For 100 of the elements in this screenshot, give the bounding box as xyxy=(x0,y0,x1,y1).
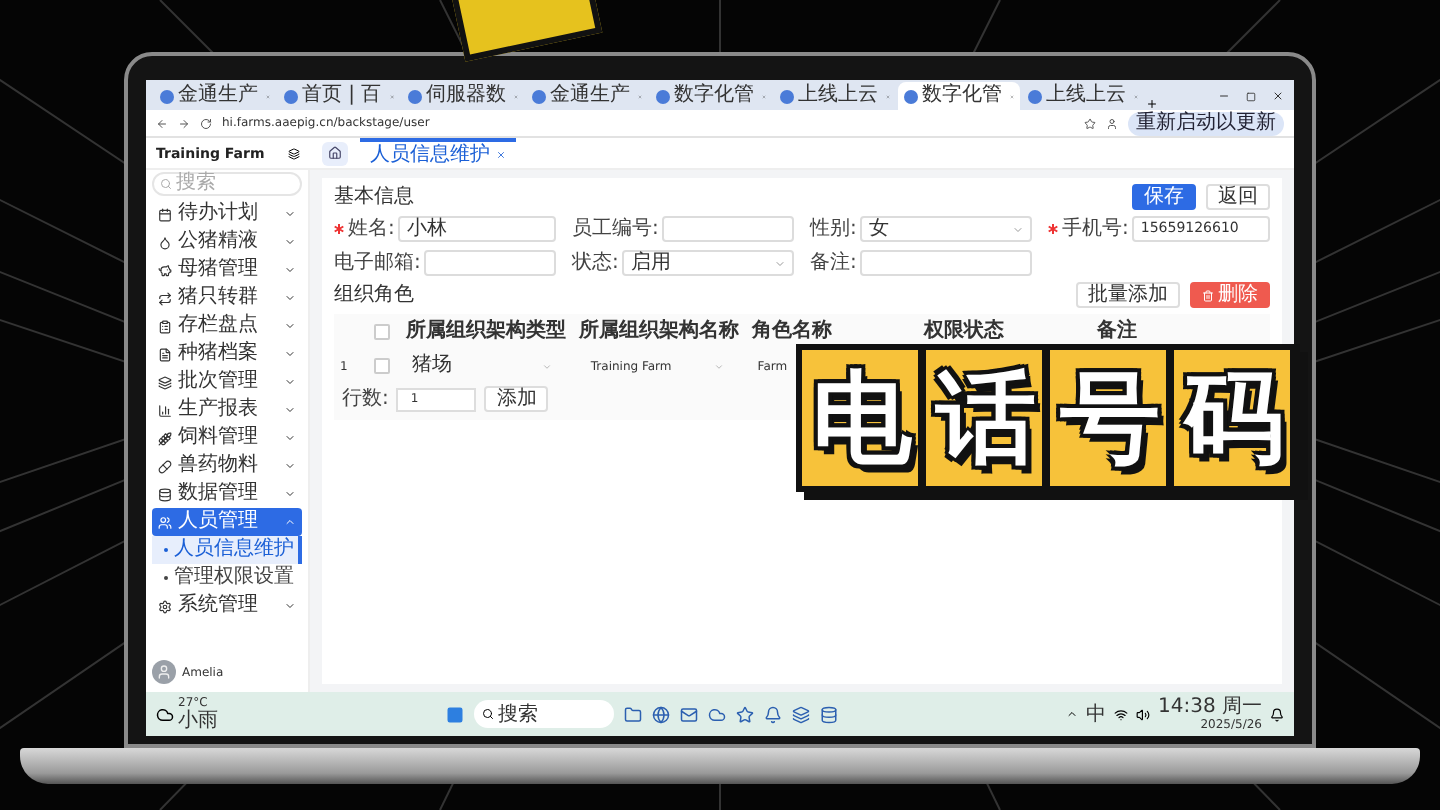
column-header: 所属组织架构类型 xyxy=(406,322,568,342)
browser-tab[interactable]: 上线上云 xyxy=(1022,82,1144,110)
chevron-icon[interactable] xyxy=(1066,708,1078,720)
trash-icon xyxy=(1202,289,1214,301)
chevron-icon xyxy=(284,488,296,500)
chevron-icon xyxy=(284,348,296,360)
sidebar-subitem[interactable]: 人员信息维护 xyxy=(152,536,302,564)
sidebar-item[interactable]: 批次管理 xyxy=(152,368,302,396)
app-icon[interactable] xyxy=(736,705,754,723)
browser-tab[interactable]: 上线上云 xyxy=(774,82,896,110)
browser-tab[interactable]: 金通生产 xyxy=(154,82,276,110)
volume-icon[interactable] xyxy=(1136,707,1150,721)
favicon-icon xyxy=(780,89,794,103)
update-button[interactable]: 重新启动以更新 xyxy=(1128,111,1284,135)
sidebar-item[interactable]: 系统管理 xyxy=(152,592,302,620)
favicon-icon xyxy=(284,89,298,103)
favicon-icon xyxy=(904,89,918,103)
select-field[interactable]: 女 xyxy=(860,216,1032,242)
favicon-icon xyxy=(1028,89,1042,103)
wifi-icon[interactable] xyxy=(1114,707,1128,721)
reload-icon[interactable] xyxy=(200,117,212,129)
minimize-icon[interactable] xyxy=(1218,90,1230,102)
home-button[interactable] xyxy=(322,141,348,165)
field-label: 备注: xyxy=(810,253,857,273)
app-icon[interactable] xyxy=(708,705,726,723)
input-field[interactable] xyxy=(662,216,794,242)
forward-icon[interactable] xyxy=(178,117,190,129)
browser-tab[interactable]: 伺服器数 xyxy=(402,82,524,110)
column-header: 所属组织架构名称 xyxy=(578,322,741,342)
sidebar-item[interactable]: 公猪精液 xyxy=(152,228,302,256)
chevron-icon xyxy=(284,376,296,388)
sidebar-item[interactable]: 存栏盘点 xyxy=(152,312,302,340)
back-icon[interactable] xyxy=(156,117,168,129)
save-button[interactable]: 保存 xyxy=(1132,184,1196,210)
search-field[interactable]: 搜索 xyxy=(474,700,614,728)
ime-indicator[interactable]: 中 xyxy=(1086,703,1106,725)
app-icon[interactable] xyxy=(820,705,838,723)
menu-item-icon xyxy=(158,375,172,389)
menu-item-icon xyxy=(158,515,172,529)
sidebar-subitem[interactable]: 管理权限设置 xyxy=(152,564,302,592)
menu-item-icon xyxy=(158,403,172,417)
app-icon[interactable] xyxy=(792,705,810,723)
menu-item-icon xyxy=(158,599,172,613)
sidebar-item[interactable]: 待办计划 xyxy=(152,200,302,228)
chevron-icon xyxy=(542,361,552,371)
sidebar-item[interactable]: 饲料管理 xyxy=(152,424,302,452)
browser-tab[interactable]: 数字化管 xyxy=(898,82,1020,110)
field-label: 手机号: xyxy=(1062,219,1129,239)
search-icon xyxy=(482,708,494,720)
sidebar-item[interactable]: 猪只转群 xyxy=(152,284,302,312)
input-field[interactable] xyxy=(424,250,556,276)
select-field[interactable]: 启用 xyxy=(622,250,794,276)
column-header: 备注 xyxy=(1097,322,1140,342)
chevron-icon xyxy=(1012,223,1024,235)
chevron-icon xyxy=(284,404,296,416)
input-field[interactable] xyxy=(860,250,1032,276)
chevron-icon xyxy=(284,432,296,444)
close-icon[interactable] xyxy=(1272,90,1284,102)
sidebar-item[interactable]: 人员管理 xyxy=(152,508,302,536)
field-label: 状态: xyxy=(572,253,619,273)
checkbox[interactable] xyxy=(374,324,390,340)
batch-add-button[interactable]: 批量添加 xyxy=(1076,282,1180,308)
start-icon[interactable] xyxy=(446,705,464,723)
menu-item-icon xyxy=(158,235,172,249)
app-icon[interactable] xyxy=(680,705,698,723)
app-icon[interactable] xyxy=(764,705,782,723)
favicon-icon xyxy=(656,89,670,103)
star-icon[interactable] xyxy=(1084,117,1096,129)
menu-item-icon xyxy=(158,319,172,333)
weather-icon xyxy=(156,705,174,723)
field-label: 性别: xyxy=(810,219,857,239)
app-icon[interactable] xyxy=(652,705,670,723)
sidebar-item[interactable]: 数据管理 xyxy=(152,480,302,508)
sidebar-item[interactable]: 兽药物料 xyxy=(152,452,302,480)
chevron-icon xyxy=(284,516,296,528)
maximize-icon[interactable] xyxy=(1246,91,1256,101)
profile-icon[interactable] xyxy=(1106,117,1118,129)
favicon-icon xyxy=(532,89,546,103)
favicon-icon xyxy=(408,89,422,103)
menu-item-icon xyxy=(158,487,172,501)
app-icon[interactable] xyxy=(624,705,642,723)
browser-tab[interactable]: 金通生产 xyxy=(526,82,648,110)
sidebar-item[interactable]: 母猪管理 xyxy=(152,256,302,284)
column-header: 权限状态 xyxy=(924,322,1007,342)
column-header: 角色名称 xyxy=(751,322,834,342)
browser-tab[interactable]: 首页 | 百 xyxy=(278,82,400,110)
add-button[interactable]: 添加 xyxy=(484,386,549,412)
search-icon xyxy=(160,178,172,190)
sidebar-item[interactable]: 生产报表 xyxy=(152,396,302,424)
weather-text: 小雨 xyxy=(178,710,218,732)
menu-item-icon xyxy=(158,431,172,445)
chevron-icon xyxy=(284,264,296,276)
notification-icon[interactable] xyxy=(1270,707,1284,721)
input-field[interactable]: 小林 xyxy=(398,216,556,242)
checkbox[interactable] xyxy=(374,358,390,374)
back-button[interactable]: 返回 xyxy=(1206,184,1270,210)
browser-tab[interactable]: 数字化管 xyxy=(650,82,772,110)
sidebar-item[interactable]: 种猪档案 xyxy=(152,340,302,368)
select-field[interactable]: 猪场 xyxy=(406,356,562,376)
new-tab-icon[interactable] xyxy=(1146,98,1158,110)
